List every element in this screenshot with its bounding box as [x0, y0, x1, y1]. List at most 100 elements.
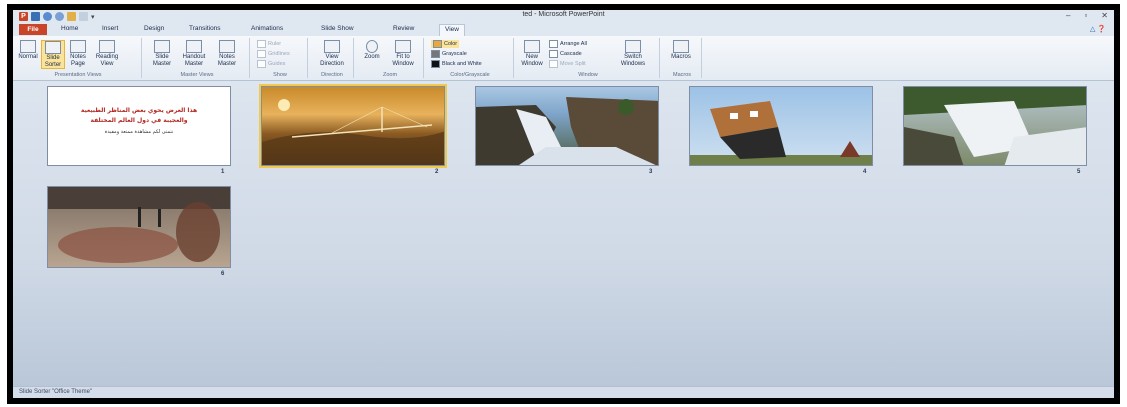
- color-grayscale-label: Color/Grayscale: [450, 72, 490, 78]
- zoom-group-label: Zoom: [382, 72, 398, 78]
- group-zoom: Zoom Fit to Window Zoom: [357, 38, 424, 78]
- handout-master-label-1: Handout: [182, 54, 206, 60]
- reading-view-button[interactable]: Reading View: [93, 40, 121, 67]
- tab-animations[interactable]: Animations: [251, 25, 283, 32]
- slide-sorter-button[interactable]: Slide Sorter: [41, 40, 65, 69]
- slide-number-6: 6: [221, 271, 225, 277]
- arrange-all-button[interactable]: Arrange All: [549, 40, 587, 48]
- slide-thumbnail-3[interactable]: [475, 86, 659, 166]
- new-window-label-1: New: [525, 54, 538, 60]
- tab-file[interactable]: File: [19, 24, 47, 35]
- slide-thumbnail-6[interactable]: [47, 186, 231, 268]
- new-window-button[interactable]: New Window: [519, 40, 545, 67]
- ruler-label: Ruler: [268, 41, 282, 47]
- tab-slide-show[interactable]: Slide Show: [321, 25, 354, 32]
- switch-windows-label-1: Switch: [624, 54, 642, 60]
- tab-review[interactable]: Review: [393, 25, 414, 32]
- view-direction-label-2: Direction: [320, 60, 344, 67]
- normal-button[interactable]: Normal: [17, 40, 39, 61]
- ruler-checkbox[interactable]: Ruler: [257, 40, 281, 48]
- move-split-label: Move Split: [560, 61, 586, 67]
- grayscale-button[interactable]: Grayscale: [431, 50, 467, 58]
- group-window: New Window Arrange All Cascade Move Spli…: [517, 38, 660, 78]
- notes-page-label-2: Page: [70, 60, 85, 67]
- slide-sorter-icon: [45, 41, 61, 54]
- tab-insert[interactable]: Insert: [102, 25, 118, 32]
- fit-to-window-button[interactable]: Fit to Window: [387, 40, 419, 67]
- slide-sorter-pane: هذا العرض يحوي بعض المناظر الطبيعية والع…: [13, 81, 1114, 387]
- notes-page-button[interactable]: Notes Page: [67, 40, 89, 67]
- magnifier-icon: [366, 40, 378, 53]
- ribbon-tabs: File Home Insert Design Transitions Anim…: [13, 24, 1114, 36]
- reading-view-label-1: Reading: [95, 54, 119, 60]
- slide-thumbnail-4[interactable]: [689, 86, 873, 166]
- guides-label: Guides: [268, 61, 286, 67]
- plaza-sculpture-image: [48, 187, 230, 263]
- gridlines-checkbox[interactable]: Gridlines: [257, 50, 290, 58]
- notes-master-icon: [219, 40, 235, 53]
- black-and-white-button[interactable]: Black and White: [431, 60, 482, 68]
- switch-windows-icon: [625, 40, 641, 53]
- tab-home[interactable]: Home: [61, 25, 78, 32]
- slide-sorter-label-2: Sorter: [44, 61, 62, 68]
- zoom-label: Zoom: [364, 54, 380, 60]
- macros-button[interactable]: Macros: [667, 40, 695, 61]
- switch-windows-button[interactable]: Switch Windows: [613, 40, 653, 67]
- cascade-label: Cascade: [560, 51, 582, 57]
- title-bar: P ▾ ted - Microsoft PowerPoint – ▫ ✕: [13, 10, 1114, 24]
- ribbon: Normal Slide Sorter Notes Page Reading V…: [13, 36, 1114, 81]
- cascade-button[interactable]: Cascade: [549, 50, 582, 58]
- handout-master-label-2: Master: [184, 60, 204, 67]
- tab-design[interactable]: Design: [144, 25, 164, 32]
- new-window-label-2: Window: [521, 60, 543, 67]
- slide-master-label-2: Master: [152, 60, 172, 67]
- bridge-image: [262, 99, 444, 165]
- direction-label: Direction: [321, 72, 343, 78]
- view-direction-button[interactable]: View Direction: [315, 40, 349, 67]
- window-group-label: Window: [578, 72, 598, 78]
- slide-sorter-label-1: Slide: [46, 55, 60, 61]
- slide-master-label-1: Slide: [155, 54, 169, 60]
- powerpoint-window: P ▾ ted - Microsoft PowerPoint – ▫ ✕ Fil…: [13, 10, 1114, 398]
- help-icon[interactable]: △ ❓: [1090, 25, 1106, 33]
- gridlines-label: Gridlines: [268, 51, 290, 57]
- group-macros: Macros Macros: [663, 38, 702, 78]
- slide-thumbnail-2[interactable]: [259, 84, 447, 168]
- slide-thumbnail-1[interactable]: هذا العرض يحوي بعض المناظر الطبيعية والع…: [47, 86, 231, 166]
- slide-number-3: 3: [649, 169, 653, 175]
- slide-1-title: هذا العرض يحوي بعض المناظر الطبيعية: [80, 107, 198, 114]
- bw-label: Black and White: [442, 61, 482, 67]
- color-button[interactable]: Color: [431, 40, 460, 48]
- slide-number-1: 1: [221, 169, 225, 175]
- master-views-label: Master Views: [180, 72, 214, 78]
- notes-page-icon: [70, 40, 86, 53]
- fit-to-window-icon: [395, 40, 411, 53]
- status-text: Slide Sorter "Office Theme": [19, 389, 93, 395]
- zoom-button[interactable]: Zoom: [361, 40, 383, 61]
- slide-number-4: 4: [863, 169, 867, 175]
- view-direction-label-1: View: [325, 54, 339, 60]
- status-bar: Slide Sorter "Office Theme": [13, 386, 1114, 398]
- move-split-button[interactable]: Move Split: [549, 60, 586, 68]
- tab-transitions[interactable]: Transitions: [189, 25, 221, 32]
- group-master-views: Slide Master Handout Master Notes Master…: [145, 38, 250, 78]
- handout-master-icon: [186, 40, 202, 53]
- macros-group-label: Macros: [672, 72, 692, 78]
- slide-master-icon: [154, 40, 170, 53]
- group-color-grayscale: Color Grayscale Black and White Color/Gr…: [427, 38, 514, 78]
- notes-master-button[interactable]: Notes Master: [213, 40, 241, 67]
- slide-master-button[interactable]: Slide Master: [149, 40, 175, 67]
- tab-view[interactable]: View: [439, 24, 465, 36]
- guides-checkbox[interactable]: Guides: [257, 60, 285, 68]
- waterfall-image-2: [904, 87, 1086, 165]
- minimize-button[interactable]: –: [1066, 11, 1070, 20]
- slide-1-subtitle: نتمنى لكم مشاهدة ممتعة ومفيدة: [104, 129, 174, 135]
- screenshot-frame: P ▾ ted - Microsoft PowerPoint – ▫ ✕ Fil…: [7, 4, 1120, 404]
- macros-icon: [673, 40, 689, 53]
- upside-down-house-image: [690, 101, 872, 165]
- handout-master-button[interactable]: Handout Master: [179, 40, 209, 67]
- slide-thumbnail-5[interactable]: [903, 86, 1087, 166]
- window-controls: – ▫ ✕: [1066, 11, 1108, 20]
- close-button[interactable]: ✕: [1101, 11, 1108, 20]
- restore-button[interactable]: ▫: [1084, 11, 1087, 20]
